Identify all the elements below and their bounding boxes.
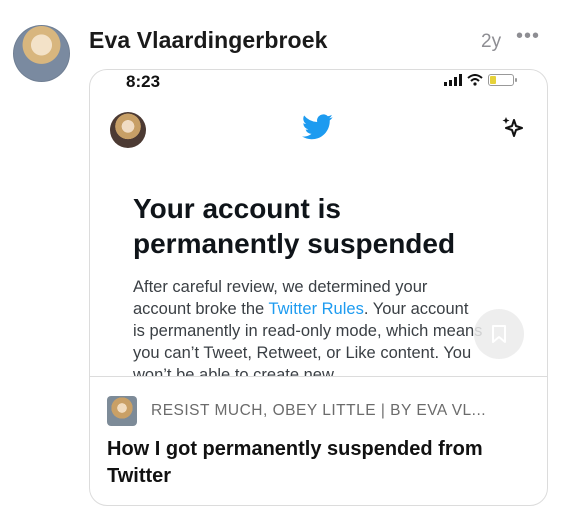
signal-icon: [444, 74, 462, 86]
card-divider: [90, 376, 547, 377]
screenshot-preview: 8:23 Your account is permanently suspend…: [90, 70, 547, 376]
author-name[interactable]: Eva Vlaardingerbroek: [89, 27, 328, 54]
status-time: 8:23: [126, 72, 161, 91]
twitter-rules-link: Twitter Rules: [268, 300, 364, 318]
suspension-body: After careful review, we determined your…: [133, 276, 483, 376]
bookmark-button[interactable]: [474, 309, 524, 359]
publication-name: RESIST MUCH, OBEY LITTLE | BY EVA VL...: [151, 402, 487, 419]
author-avatar[interactable]: [13, 25, 70, 82]
article-title[interactable]: How I got permanently suspended from Twi…: [107, 436, 527, 490]
article-card[interactable]: 8:23 Your account is permanently suspend…: [89, 69, 548, 506]
twitter-bird-icon: [302, 114, 333, 140]
battery-icon: [488, 74, 517, 86]
publication-avatar: [107, 396, 137, 426]
sparkle-icon: [502, 117, 523, 137]
bookmark-icon: [492, 325, 506, 343]
wifi-icon: [467, 74, 483, 86]
publication-row[interactable]: RESIST MUCH, OBEY LITTLE | BY EVA VL...: [107, 396, 486, 426]
post-age: 2y: [481, 31, 502, 52]
status-icons: [444, 74, 517, 86]
profile-avatar: [110, 112, 146, 148]
more-icon[interactable]: •••: [516, 25, 540, 48]
suspension-headline: Your account is permanently suspended: [133, 193, 456, 259]
